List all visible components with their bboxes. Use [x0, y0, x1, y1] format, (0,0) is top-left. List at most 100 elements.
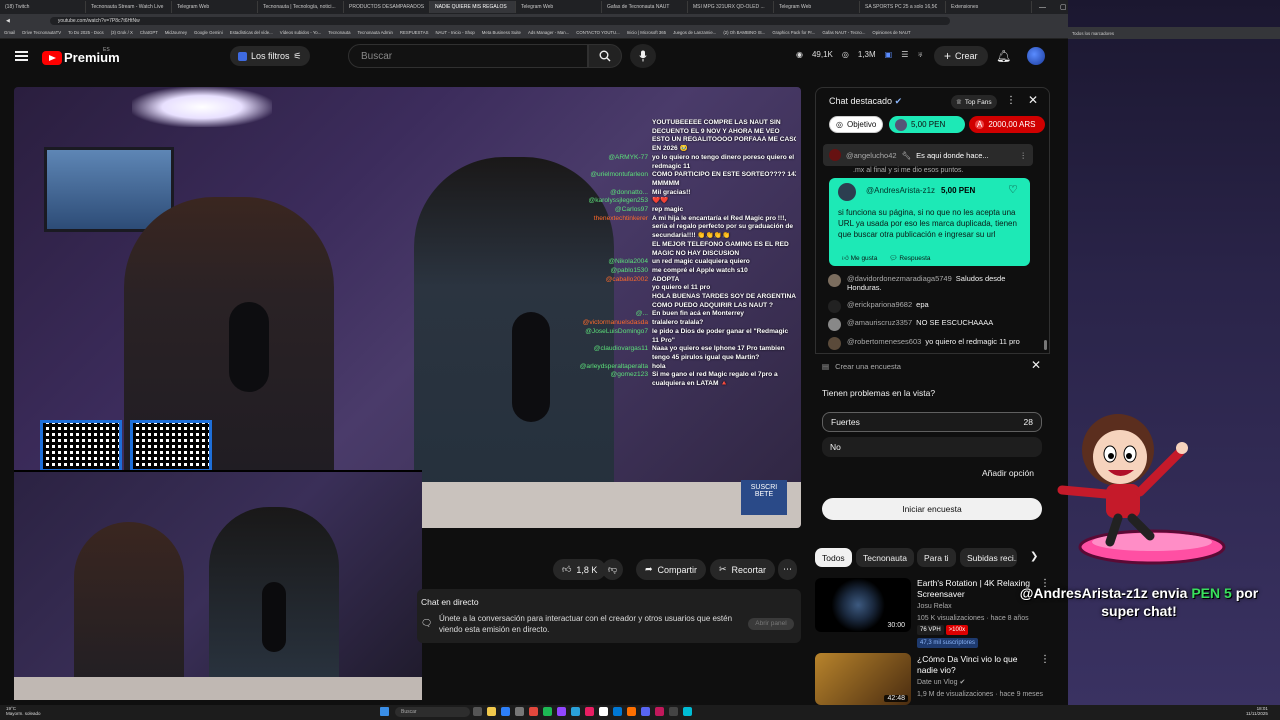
taskbar-search[interactable]: Buscar	[395, 707, 470, 717]
more-actions-button[interactable]: ⋯	[778, 559, 797, 580]
browser-tab[interactable]: Extensiones	[946, 1, 1032, 13]
address-bar[interactable]: ◀ youtube.com/watch?v=7P8c7t6HtNw	[0, 14, 1068, 27]
more-vert-icon[interactable]: ⋮	[1006, 95, 1016, 106]
poll-close-icon[interactable]: ✕	[1031, 358, 1041, 372]
spotify-icon[interactable]	[543, 707, 552, 716]
add-option-button[interactable]: Añadir opción	[982, 468, 1034, 478]
maximize-icon[interactable]: ▢	[1053, 3, 1068, 11]
heart-icon[interactable]: ♡	[1008, 183, 1018, 196]
discord-icon[interactable]	[641, 707, 650, 716]
extension-icon[interactable]: ▣	[885, 50, 893, 59]
explorer-icon[interactable]	[487, 707, 496, 716]
bookmark-item[interactable]: Tecnonauta	[328, 30, 350, 35]
clip-button[interactable]: ✂ Recortar	[710, 559, 776, 580]
superchat-like[interactable]: 👍︎ Me gusta	[842, 254, 877, 262]
browser-tab[interactable]: Tecnonauta | Tecnología, notici...	[258, 1, 344, 13]
poll-option[interactable]: No	[822, 437, 1042, 457]
related-thumbnail[interactable]: 30:00	[815, 578, 911, 632]
browser-tab[interactable]: Telegram Web	[774, 1, 860, 13]
filters-button[interactable]: Los filtros ⚟	[230, 46, 310, 66]
bookmark-item[interactable]: Juegos de Lanzamie...	[673, 30, 716, 35]
chip-ars[interactable]: A 2000,00 ARS	[969, 116, 1045, 133]
related-more-icon[interactable]: ⋮	[1040, 654, 1050, 665]
like-button[interactable]: 👍︎ 1,8 K	[553, 559, 607, 580]
browser-tab[interactable]: PRODUCTOS DESAMPARADOS	[344, 1, 430, 13]
back-icon[interactable]: ◀	[6, 18, 10, 24]
trophy-icon[interactable]: ♅	[917, 50, 923, 59]
app-icon[interactable]	[683, 707, 692, 716]
telegram-icon[interactable]	[571, 707, 580, 716]
browser-tab[interactable]: (18) Twitch	[0, 1, 86, 13]
poll-option[interactable]: Fuertes 28	[822, 412, 1042, 432]
twitch-icon[interactable]	[557, 707, 566, 716]
bookmark-item[interactable]: Meta Business Suite	[482, 30, 521, 35]
app-icon[interactable]	[669, 707, 678, 716]
app-icon[interactable]	[655, 707, 664, 716]
bookmark-item[interactable]: Inicio | Microsoft 365	[627, 30, 666, 35]
youtube-premium-label[interactable]: Premium	[64, 50, 120, 65]
chat-message[interactable]: @davidordonezmaradiaga5749 Saludos desde …	[828, 274, 1038, 292]
bookmark-item[interactable]: MidJourney	[165, 30, 187, 35]
bookmark-item[interactable]: RESPUESTAS	[400, 30, 429, 35]
notifications-bell-icon[interactable]: 🔔︎	[996, 49, 1011, 63]
url-field[interactable]: youtube.com/watch?v=7P8c7t6HtNw	[49, 16, 950, 25]
create-button[interactable]: + Crear	[934, 46, 988, 66]
bookmark-all[interactable]: Todos los marcadores	[1072, 31, 1114, 36]
dislike-button[interactable]: 👎︎	[602, 559, 624, 580]
browser-tab[interactable]: NADIE QUIERE MIS REGALOS	[430, 1, 516, 13]
chat-message[interactable]: @robertomeneses603 yo quiero el redmagic …	[828, 337, 1038, 350]
bookmark-item[interactable]: Vídeos subidos - Yo...	[280, 30, 322, 35]
bookmark-item[interactable]: Opiniones de NAUT	[872, 30, 910, 35]
youtube-logo-icon[interactable]	[42, 51, 62, 65]
related-title[interactable]: ¿Cómo Da Vinci vio lo que nadie vio?	[917, 654, 1032, 676]
bookmark-item[interactable]: Gmail	[4, 30, 15, 35]
browser-tab[interactable]: Telegram Web	[172, 1, 258, 13]
bookmark-item[interactable]: Gafas NAUT - Tecno...	[822, 30, 865, 35]
app-icon[interactable]	[613, 707, 622, 716]
edge-icon[interactable]	[501, 707, 510, 716]
weather-widget[interactable]: 19°C Mayorm. soleado	[6, 706, 41, 716]
chip-all[interactable]: Todos	[815, 548, 852, 567]
bookmark-item[interactable]: Ads Manager - Man...	[528, 30, 569, 35]
store-icon[interactable]	[515, 707, 524, 716]
browser-tab[interactable]: MSI MPG 321URX QD-OLED ...	[688, 1, 774, 13]
chat-scrollbar[interactable]	[1044, 340, 1047, 350]
related-thumbnail[interactable]: 42:48	[815, 653, 911, 705]
browser-tab[interactable]: Gafas de Tecnonauta NAUT	[602, 1, 688, 13]
start-poll-button[interactable]: Iniciar encuesta	[822, 498, 1042, 520]
pinned-message[interactable]: @angelucho42 🔧︎ Es aqui donde hace... ⋮	[823, 144, 1033, 166]
chip-tecnonauta[interactable]: Tecnonauta	[856, 548, 914, 567]
bookmark-item[interactable]: CONTACTO YOUTU...	[576, 30, 619, 35]
open-panel-button[interactable]: Abrir panel	[748, 618, 794, 630]
browser-tab[interactable]: Tecnonauta Stream - Watch Live	[86, 1, 172, 13]
chip-objetivo[interactable]: ◎ Objetivo	[829, 116, 884, 133]
chip-recent[interactable]: Subidas reci...	[960, 548, 1017, 567]
hamburger-menu-icon[interactable]	[15, 51, 28, 61]
windows-start-icon[interactable]	[380, 707, 389, 716]
voice-search-button[interactable]	[630, 44, 656, 68]
bookmark-item[interactable]: To Do 2025 - Docs	[68, 30, 104, 35]
search-input[interactable]: Buscar	[348, 44, 588, 68]
bookmark-item[interactable]: Google Gemini	[194, 30, 223, 35]
chip-for-you[interactable]: Para ti	[917, 548, 956, 567]
app-icon[interactable]	[627, 707, 636, 716]
browser-tab[interactable]: SA SPORTS PC 25 a solo 16,5€	[860, 1, 946, 13]
obs-icon[interactable]	[599, 707, 608, 716]
search-button[interactable]	[588, 44, 622, 68]
bookmark-item[interactable]: Graphics Pack for Pr...	[772, 30, 815, 35]
chip-pen[interactable]: 5,00 PEN	[889, 116, 965, 133]
bookmark-item[interactable]: Drive TecnonautaTV	[22, 30, 61, 35]
list-icon[interactable]: ☰	[901, 50, 908, 59]
app-icon[interactable]	[585, 707, 594, 716]
chrome-icon[interactable]	[529, 707, 538, 716]
browser-tab[interactable]: Telegram Web	[516, 1, 602, 13]
bookmark-item[interactable]: (2) Oh BAMBINO IS...	[723, 30, 765, 35]
bookmark-item[interactable]: Estadísticas del víde...	[230, 30, 273, 35]
bookmark-item[interactable]: NAUT - Inicio - Shop	[435, 30, 474, 35]
close-icon[interactable]: ✕	[1028, 93, 1038, 107]
bookmark-item[interactable]: ChatGPT	[140, 30, 158, 35]
superchat-reply[interactable]: 💬︎ Respuesta	[889, 254, 930, 262]
chevron-right-icon[interactable]: ❯	[1030, 551, 1038, 562]
account-avatar[interactable]	[1027, 47, 1045, 65]
minimize-icon[interactable]: —	[1032, 4, 1053, 11]
